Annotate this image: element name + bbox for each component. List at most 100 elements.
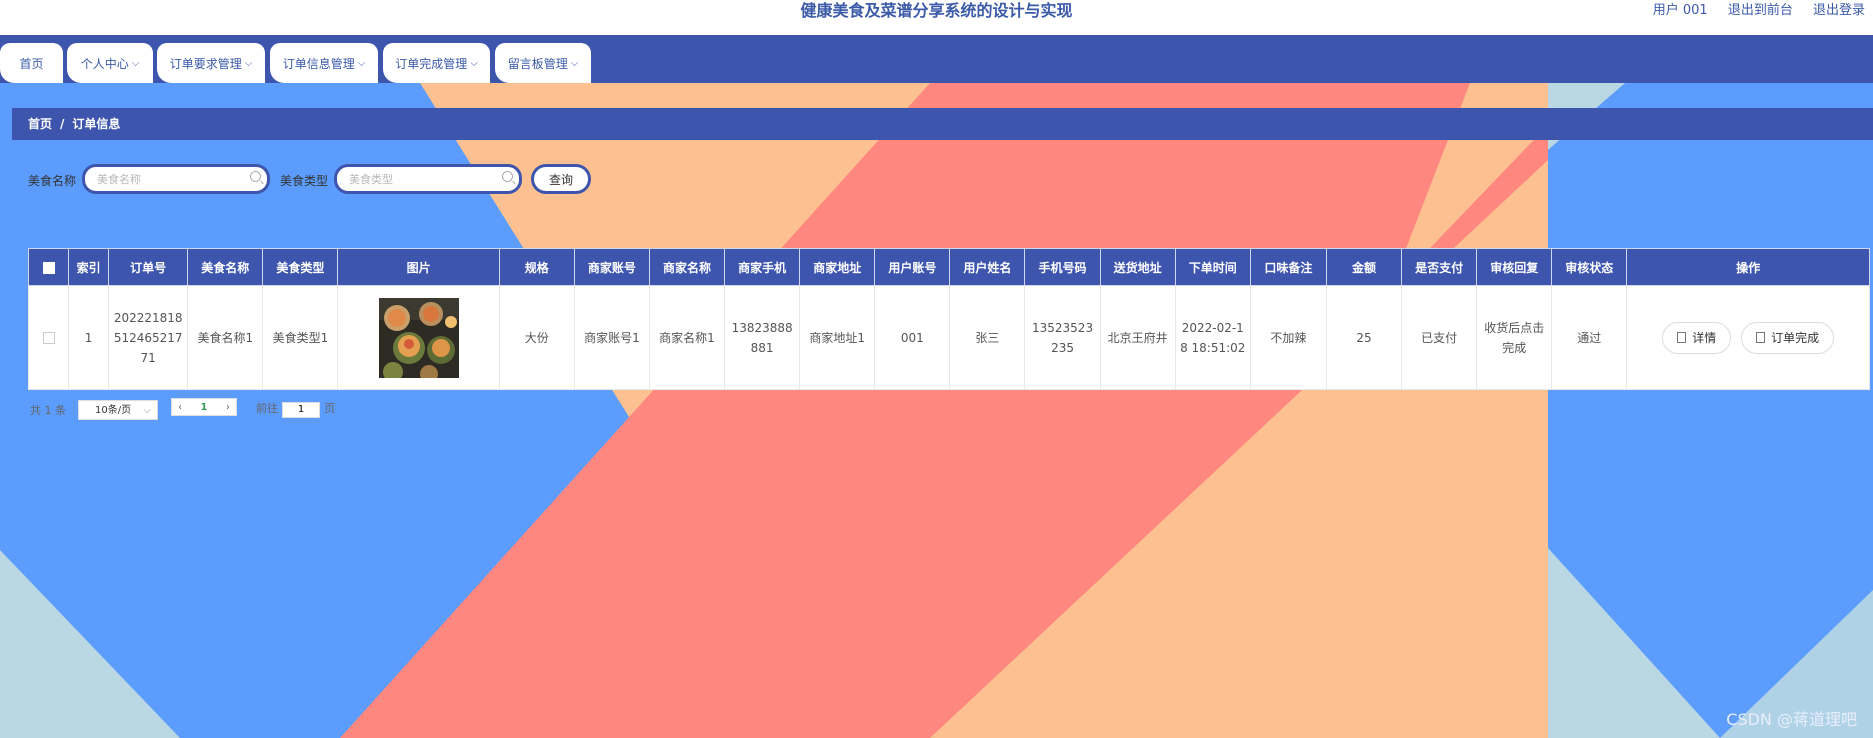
cell-review-reply: 收货后点击完成 <box>1476 285 1553 390</box>
nav-item-label: 订单信息管理 <box>282 56 355 71</box>
cell-actions: 详情 订单完成 <box>1626 285 1870 390</box>
table-header-row: 索引 订单号 美食名称 美食类型 图片 规格 商家账号 商家名称 商家手机 商家… <box>27 248 1870 286</box>
back-to-front-link[interactable]: 退出到前台 <box>1728 3 1793 18</box>
top-bar: 健康美食及菜谱分享系统的设计与实现 用户 001 退出到前台 退出登录 <box>0 0 1873 35</box>
page-size-select[interactable]: 10条/页 ⌵ <box>78 400 158 420</box>
food-type-input[interactable] <box>337 167 489 191</box>
food-type-search-box <box>334 164 522 194</box>
column-header: 下单时间 <box>1174 248 1251 286</box>
column-header: 手机号码 <box>1024 248 1101 286</box>
cell-paid: 已支付 <box>1401 285 1478 390</box>
search-icon <box>250 171 261 182</box>
cell-user-name: 张三 <box>949 285 1026 390</box>
goto-page: 前往 页 <box>256 400 335 418</box>
table-row: 1 20222181851246521771 美食名称1 美食类型1 大份 商家… <box>27 285 1870 390</box>
nav-item-label: 首页 <box>19 56 44 71</box>
order-complete-button-label: 订单完成 <box>1771 330 1820 345</box>
cell-merchant-name: 商家名称1 <box>648 285 726 390</box>
chevron-down-icon: ⌵ <box>143 405 151 416</box>
document-icon <box>1756 332 1766 343</box>
nav-item-home[interactable]: 首页 <box>0 43 63 83</box>
nav-item-personal-center[interactable]: 个人中心 ⌵ <box>67 43 153 83</box>
current-page[interactable]: 1 <box>201 402 208 413</box>
goto-suffix: 页 <box>324 402 335 415</box>
column-header: 口味备注 <box>1249 248 1327 286</box>
top-links: 用户 001 退出到前台 退出登录 <box>1637 0 1865 22</box>
nav-item-message-board[interactable]: 留言板管理 ⌵ <box>495 43 591 83</box>
food-name-search-box <box>82 164 270 194</box>
chevron-down-icon: ⌵ <box>244 57 253 69</box>
column-header: 商家地址 <box>799 248 876 286</box>
food-name-input[interactable] <box>85 167 237 191</box>
select-all-cell <box>27 248 70 286</box>
cell-food-name: 美食名称1 <box>187 285 264 390</box>
cell-taste-note: 不加辣 <box>1249 285 1327 390</box>
column-header: 用户账号 <box>874 248 951 286</box>
page-nav: ‹ 1 › <box>171 398 237 416</box>
column-header: 是否支付 <box>1401 248 1478 286</box>
detail-button-label: 详情 <box>1692 330 1717 345</box>
search-icon <box>502 171 513 182</box>
food-image <box>378 297 459 378</box>
next-page-icon[interactable]: › <box>226 402 230 413</box>
nav-item-order-info[interactable]: 订单信息管理 ⌵ <box>270 43 378 83</box>
goto-page-input[interactable] <box>282 401 320 418</box>
column-header: 操作 <box>1626 248 1870 286</box>
app-title: 健康美食及菜谱分享系统的设计与实现 <box>800 1 1073 20</box>
cell-merchant-phone: 13823888881 <box>724 285 801 390</box>
prev-page-icon[interactable]: ‹ <box>178 402 182 413</box>
column-header: 商家名称 <box>648 248 726 286</box>
cell-image <box>337 285 500 390</box>
cell-merchant-account: 商家账号1 <box>573 285 650 390</box>
column-header: 规格 <box>498 248 575 286</box>
cell-amount: 25 <box>1325 285 1403 390</box>
cell-user-account: 001 <box>874 285 951 390</box>
breadcrumb-separator: / <box>60 117 65 131</box>
column-header: 索引 <box>68 248 110 286</box>
column-header: 图片 <box>337 248 500 286</box>
detail-button[interactable]: 详情 <box>1662 321 1732 354</box>
row-select-cell <box>27 285 70 390</box>
chevron-down-icon: ⌵ <box>357 57 366 69</box>
document-icon <box>1677 332 1687 343</box>
breadcrumb: 首页 / 订单信息 <box>12 108 1873 140</box>
food-type-label: 美食类型 <box>280 174 329 188</box>
nav-item-label: 订单完成管理 <box>395 56 468 71</box>
nav-item-order-complete[interactable]: 订单完成管理 ⌵ <box>383 43 490 83</box>
order-table: 索引 订单号 美食名称 美食类型 图片 规格 商家账号 商家名称 商家手机 商家… <box>27 248 1870 390</box>
chevron-down-icon: ⌵ <box>131 57 140 69</box>
pagination-total: 共 1 条 <box>30 404 66 417</box>
breadcrumb-home[interactable]: 首页 <box>28 117 52 131</box>
cell-spec: 大份 <box>498 285 575 390</box>
select-all-checkbox[interactable] <box>42 261 55 274</box>
nav-item-label: 留言板管理 <box>507 56 568 71</box>
row-checkbox[interactable] <box>42 332 55 344</box>
chevron-down-icon: ⌵ <box>470 57 478 69</box>
cell-index: 1 <box>68 285 110 390</box>
cell-phone: 13523523235 <box>1024 285 1101 390</box>
cell-review-status: 通过 <box>1551 285 1628 390</box>
goto-prefix: 前往 <box>256 402 278 415</box>
cell-address: 北京王府井 <box>1099 285 1176 390</box>
column-header: 商家账号 <box>573 248 650 286</box>
chevron-down-icon: ⌵ <box>570 57 579 69</box>
order-complete-button[interactable]: 订单完成 <box>1741 321 1835 354</box>
column-header: 审核回复 <box>1476 248 1553 286</box>
query-button[interactable]: 查询 <box>531 164 591 194</box>
column-header: 美食类型 <box>262 248 339 286</box>
logout-link[interactable]: 退出登录 <box>1813 3 1865 18</box>
column-header: 用户姓名 <box>949 248 1026 286</box>
nav-item-order-requirements[interactable]: 订单要求管理 ⌵ <box>157 43 265 83</box>
cell-food-type: 美食类型1 <box>262 285 339 390</box>
column-header: 订单号 <box>108 248 189 286</box>
column-header: 美食名称 <box>187 248 264 286</box>
column-header: 商家手机 <box>724 248 801 286</box>
breadcrumb-current: 订单信息 <box>72 117 121 131</box>
nav-item-label: 订单要求管理 <box>169 56 242 71</box>
cell-merchant-address: 商家地址1 <box>799 285 876 390</box>
main-nav: 首页 个人中心 ⌵ 订单要求管理 ⌵ 订单信息管理 ⌵ 订单完成管理 ⌵ 留言板管理 ⌵ <box>0 35 1873 83</box>
nav-item-label: 个人中心 <box>80 56 129 71</box>
column-header: 送货地址 <box>1099 248 1176 286</box>
page-size-value: 10条/页 <box>95 405 132 416</box>
watermark: CSDN @蒋道理吧 <box>1726 710 1857 729</box>
